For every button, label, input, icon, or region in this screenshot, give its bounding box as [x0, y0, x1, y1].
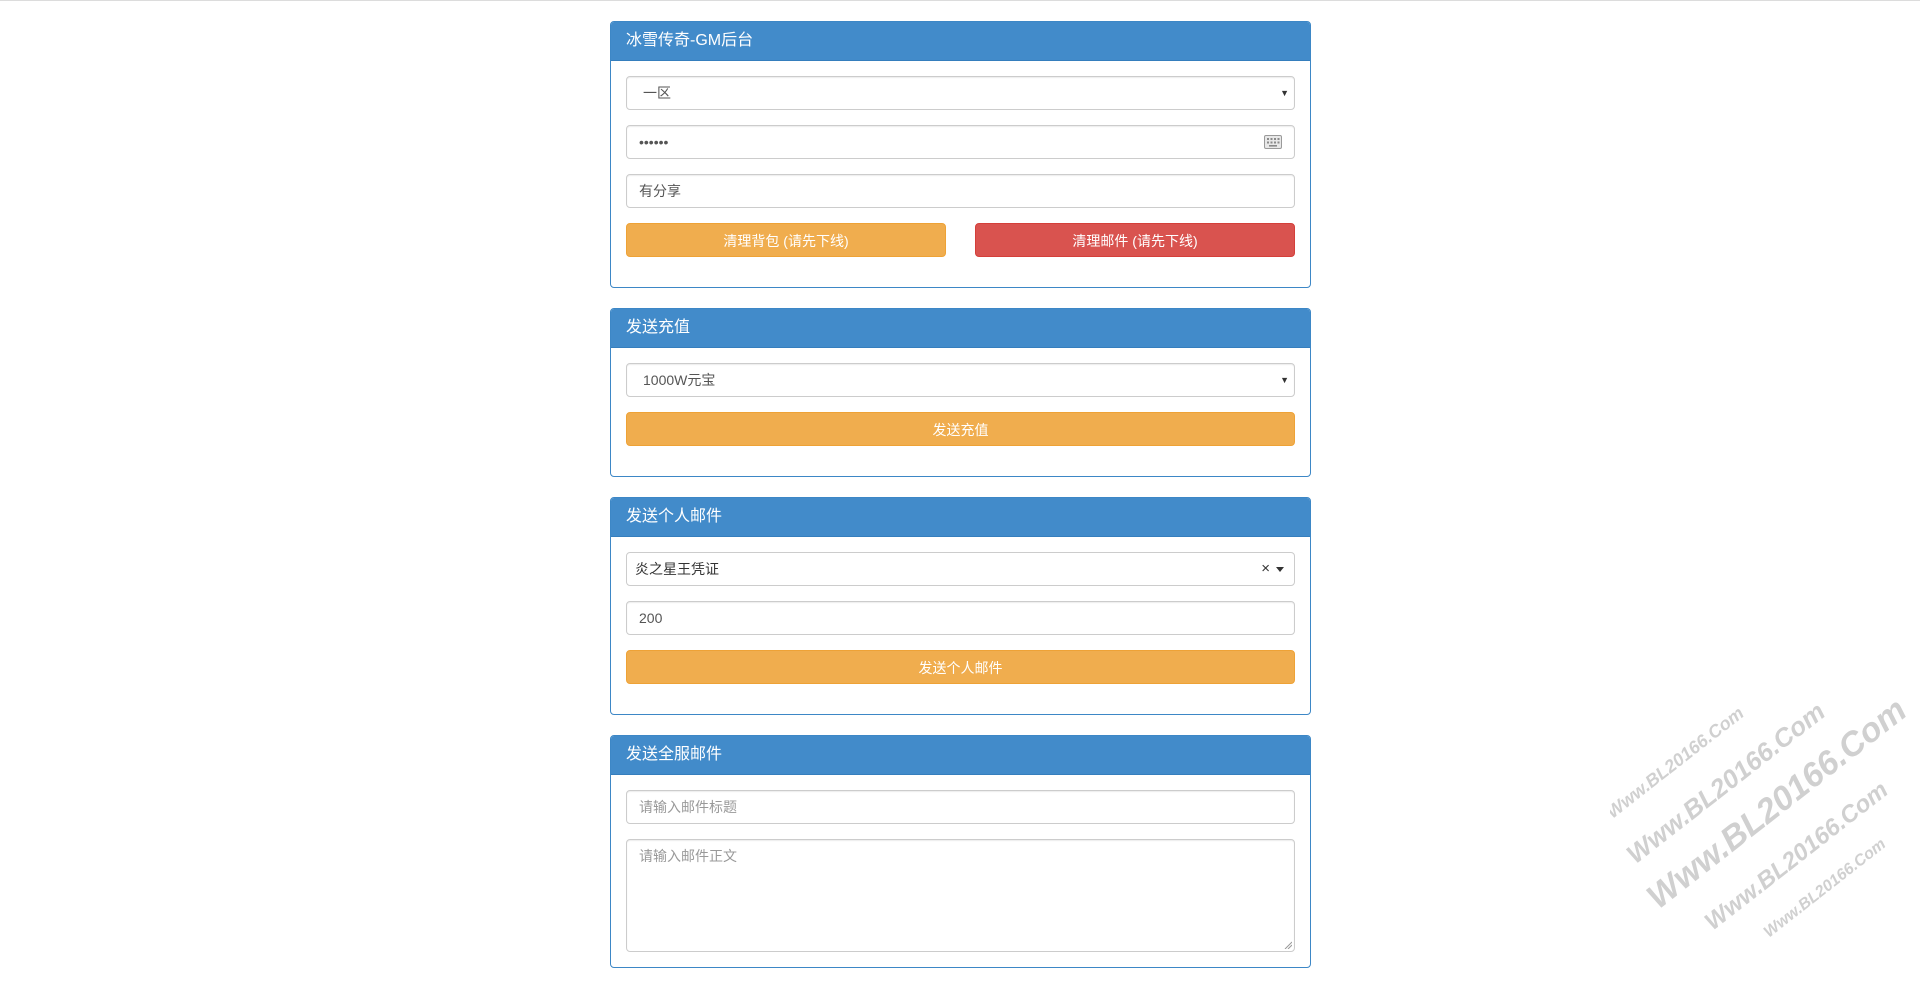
mail-quantity-field[interactable]: 200 — [626, 601, 1295, 635]
recharge-panel: 发送充值 1000W元宝 ▼ 发送充值 — [610, 308, 1311, 477]
password-field[interactable]: •••••• — [626, 125, 1295, 159]
mail-quantity-value: 200 — [639, 610, 663, 626]
password-value: •••••• — [639, 134, 669, 150]
player-name-value: 有分享 — [639, 183, 681, 199]
send-recharge-button[interactable]: 发送充值 — [626, 412, 1295, 446]
send-personal-mail-button[interactable]: 发送个人邮件 — [626, 650, 1295, 684]
server-select[interactable]: 一区 ▼ — [626, 76, 1295, 110]
recharge-amount-select[interactable]: 1000W元宝 ▼ — [626, 363, 1295, 397]
personal-mail-panel: 发送个人邮件 炎之星王凭证 × 200 发送个人邮件 — [610, 497, 1311, 715]
gm-main-panel-title: 冰雪传奇-GM后台 — [611, 22, 1310, 61]
recharge-amount-value: 1000W元宝 — [643, 372, 716, 388]
mail-item-select[interactable]: 炎之星王凭证 × — [626, 552, 1295, 586]
recharge-panel-body: 1000W元宝 ▼ 发送充值 — [611, 348, 1310, 476]
mail-subject-placeholder: 请输入邮件标题 — [639, 799, 737, 815]
recharge-panel-title: 发送充值 — [611, 309, 1310, 348]
keyboard-icon[interactable] — [1264, 135, 1282, 149]
mail-body-placeholder: 请输入邮件正文 — [639, 848, 737, 864]
watermark-logo: Www.BL20166.Com Www.BL20166.Com Www.BL20… — [1610, 691, 1914, 941]
personal-mail-panel-body: 炎之星王凭证 × 200 发送个人邮件 — [611, 537, 1310, 714]
personal-mail-panel-title: 发送个人邮件 — [611, 498, 1310, 537]
caret-down-icon: ▼ — [1280, 88, 1289, 98]
caret-down-icon: ▼ — [1280, 375, 1289, 385]
gm-panel-container: 冰雪传奇-GM后台 一区 ▼ •••••• 有分享 清理背包 (请先下线) 清理… — [610, 21, 1311, 988]
player-name-field[interactable]: 有分享 — [626, 174, 1295, 208]
mail-subject-input[interactable]: 请输入邮件标题 — [626, 790, 1295, 824]
global-mail-panel: 发送全服邮件 请输入邮件标题 请输入邮件正文 — [610, 735, 1311, 968]
resize-grip-icon[interactable] — [1284, 941, 1292, 949]
clear-mail-button[interactable]: 清理邮件 (请先下线) — [975, 223, 1295, 257]
close-icon[interactable]: × — [1261, 553, 1270, 585]
global-mail-panel-title: 发送全服邮件 — [611, 736, 1310, 775]
chevron-down-icon[interactable] — [1276, 567, 1284, 572]
global-mail-panel-body: 请输入邮件标题 请输入邮件正文 — [611, 775, 1310, 967]
gm-main-panel: 冰雪传奇-GM后台 一区 ▼ •••••• 有分享 清理背包 (请先下线) 清理… — [610, 21, 1311, 288]
clear-bag-button[interactable]: 清理背包 (请先下线) — [626, 223, 946, 257]
mail-body-textarea[interactable]: 请输入邮件正文 — [626, 839, 1295, 952]
clear-buttons-row: 清理背包 (请先下线) 清理邮件 (请先下线) — [626, 223, 1295, 257]
mail-item-value: 炎之星王凭证 — [635, 561, 719, 577]
top-divider — [0, 0, 1920, 1]
server-select-value: 一区 — [643, 85, 671, 101]
gm-main-panel-body: 一区 ▼ •••••• 有分享 清理背包 (请先下线) 清理邮件 (请先下线) — [611, 61, 1310, 287]
